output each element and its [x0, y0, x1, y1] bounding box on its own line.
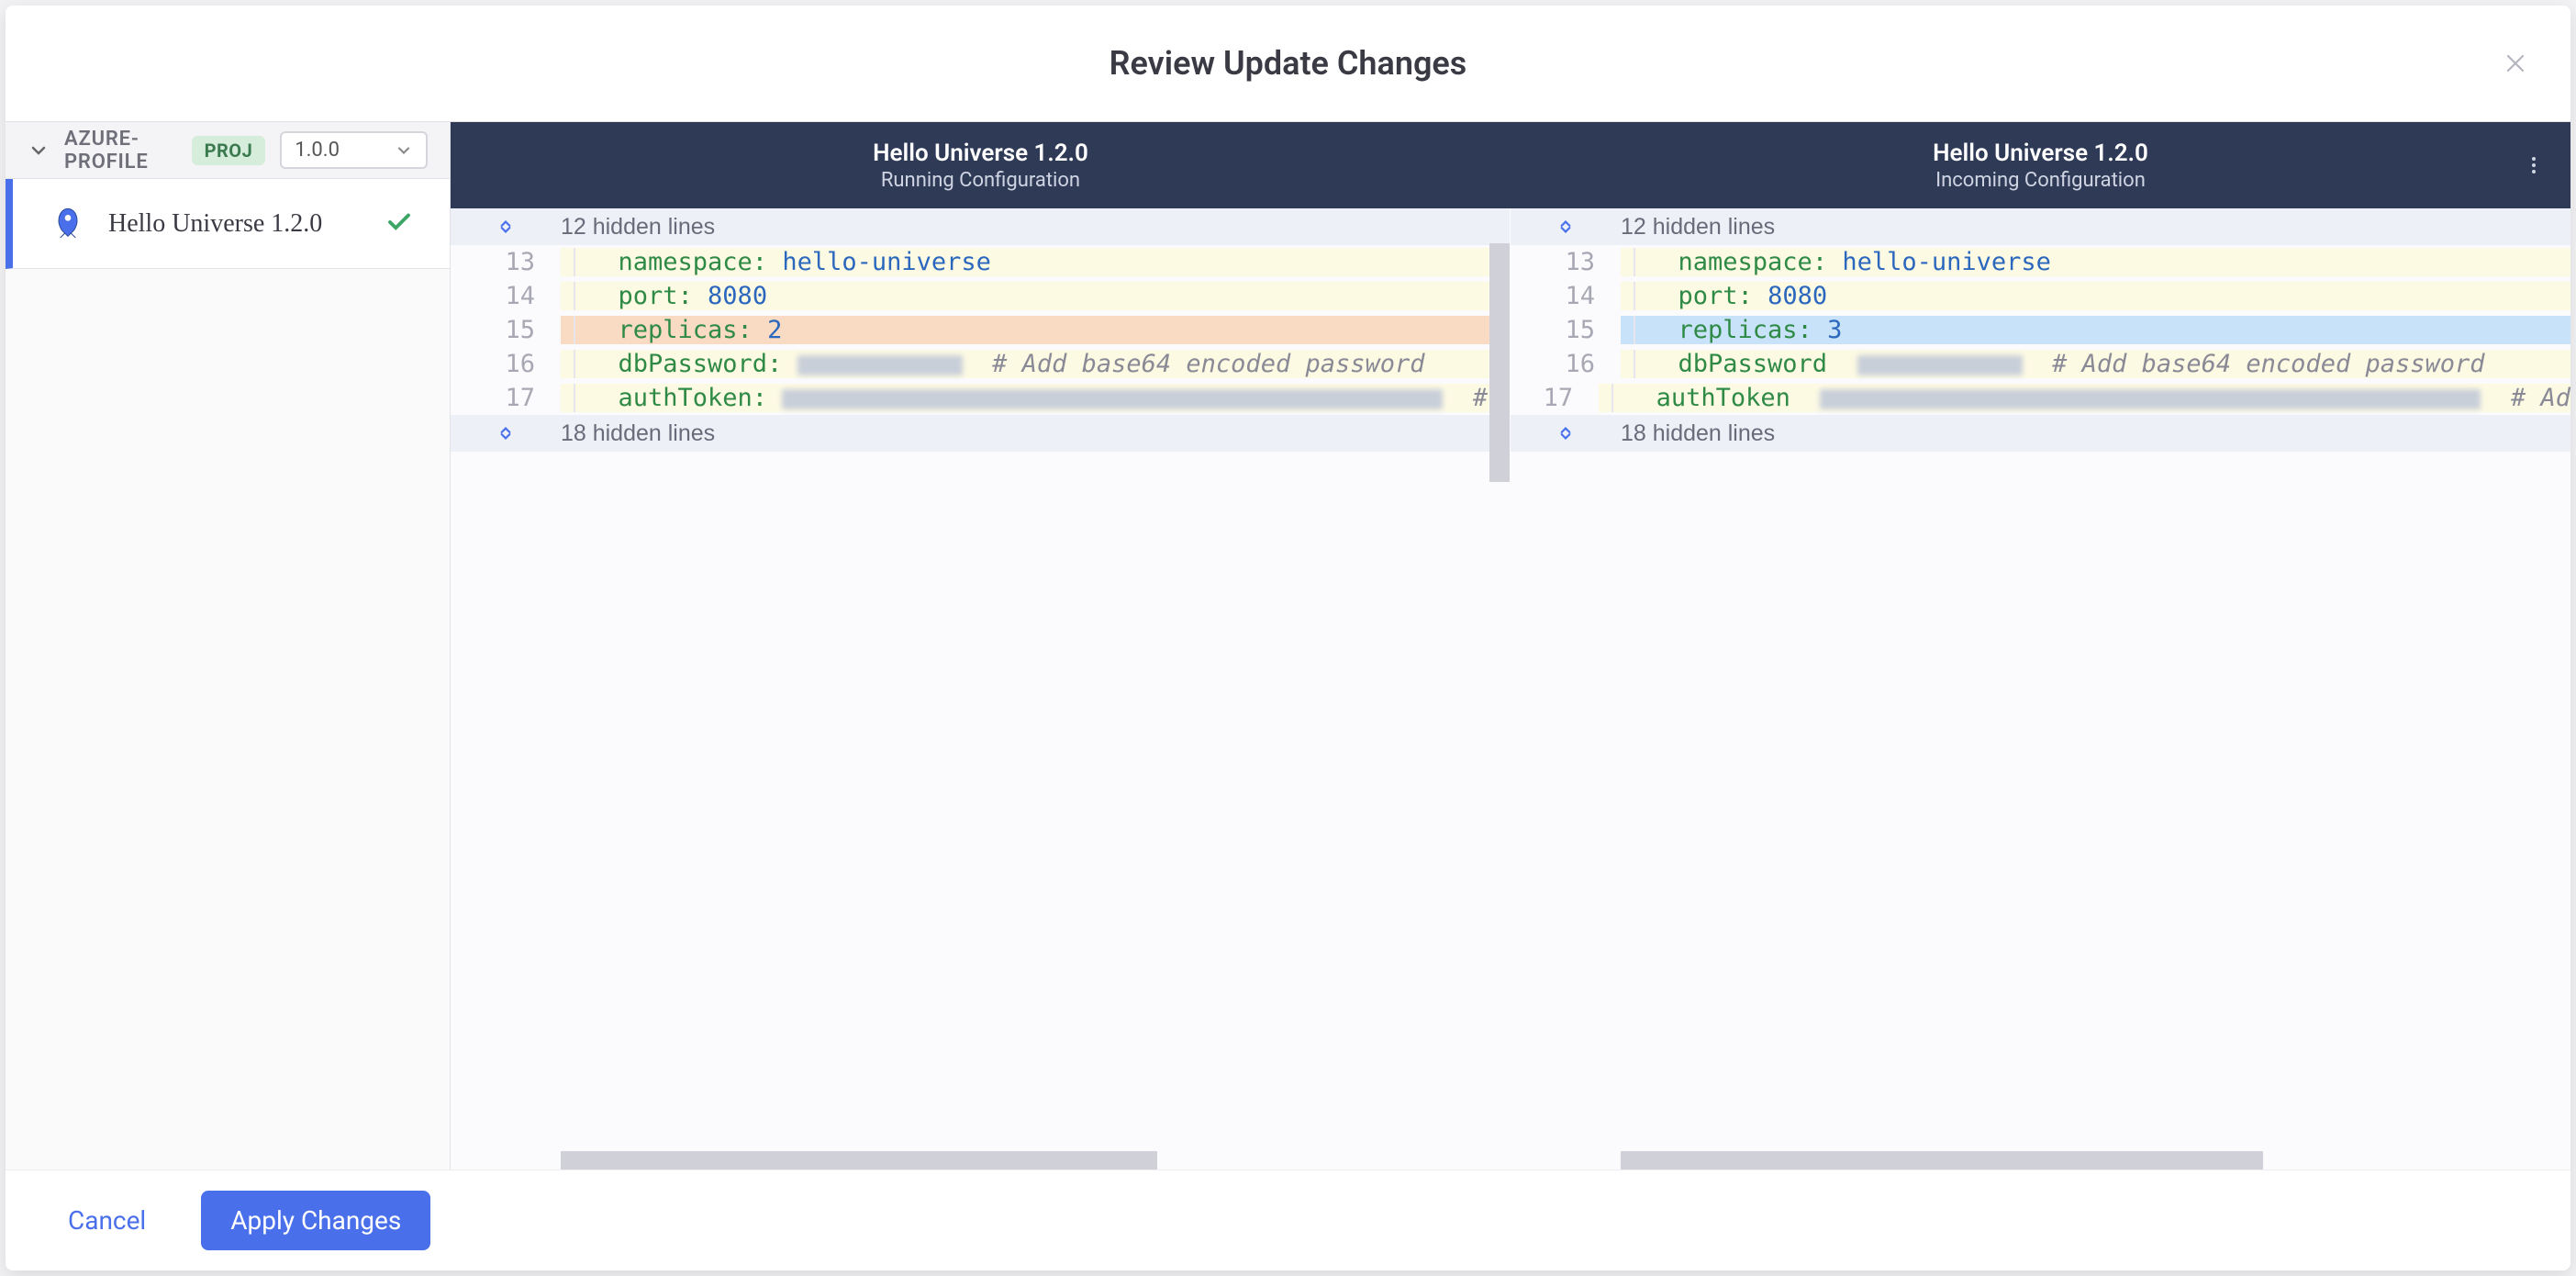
code-content: dbPassword xxxx # Add base64 encoded pas…: [1621, 350, 2570, 378]
version-selected: 1.0.0: [295, 139, 340, 162]
scrollbar-vertical[interactable]: [2550, 208, 2570, 1170]
fold-label: 18 hidden lines: [1621, 420, 1775, 447]
fold-label: 12 hidden lines: [561, 214, 715, 241]
code-content: replicas: 2: [561, 316, 1510, 344]
diff-more-button[interactable]: [2515, 147, 2552, 184]
diff-area: Hello Universe 1.2.0 Running Configurati…: [451, 122, 2570, 1170]
fold-row-top[interactable]: 12 hidden lines: [1511, 208, 2570, 245]
modal-footer: Cancel Apply Changes: [6, 1170, 2570, 1270]
check-icon: [385, 208, 413, 240]
code-line: 15 replicas: 2: [451, 313, 1510, 347]
sidebar-item-label: Hello Universe 1.2.0: [108, 209, 363, 239]
code-content: authToken xxxx # Ad: [1599, 384, 2570, 412]
code-content: port: 8080: [1621, 282, 2570, 310]
modal-title: Review Update Changes: [1110, 44, 1467, 83]
line-number: 13: [1511, 248, 1621, 276]
code-line: 13 namespace: hello-universe: [1511, 245, 2570, 279]
review-changes-modal: Review Update Changes AZURE-PROFILE PROJ…: [6, 6, 2570, 1270]
fold-label: 12 hidden lines: [1621, 214, 1775, 241]
line-number: 16: [451, 350, 561, 378]
line-number: 15: [1511, 316, 1621, 344]
scrollbar-vertical[interactable]: [1489, 208, 1510, 1170]
collapse-toggle[interactable]: [28, 140, 50, 162]
fold-row-top[interactable]: 12 hidden lines: [451, 208, 1510, 245]
scrollbar-horizontal[interactable]: [1621, 1151, 2548, 1170]
diff-left-subtitle: Running Configuration: [881, 169, 1080, 192]
chevron-down-icon: [395, 141, 413, 160]
line-number: 14: [1511, 282, 1621, 310]
sidebar: AZURE-PROFILE PROJ 1.0.0 Hello Universe …: [6, 122, 451, 1170]
project-badge: PROJ: [192, 136, 266, 165]
diff-right-title: Hello Universe 1.2.0: [1933, 140, 2148, 167]
code-line: 17 authToken: xxxx #: [451, 381, 1510, 415]
unfold-icon: [1511, 421, 1621, 445]
code-content: dbPassword: xxxx # Add base64 encoded pa…: [561, 350, 1510, 378]
line-number: 16: [1511, 350, 1621, 378]
code-line: 14 port: 8080: [1511, 279, 2570, 313]
diff-header-running: Hello Universe 1.2.0 Running Configurati…: [451, 122, 1511, 208]
modal-body: AZURE-PROFILE PROJ 1.0.0 Hello Universe …: [6, 121, 2570, 1170]
fold-row-bottom[interactable]: 18 hidden lines: [1511, 415, 2570, 452]
close-button[interactable]: [2497, 45, 2534, 82]
diff-pane-running[interactable]: 12 hidden lines13 namespace: hello-unive…: [451, 208, 1511, 1170]
profile-name: AZURE-PROFILE: [64, 128, 177, 173]
code-content: namespace: hello-universe: [561, 248, 1510, 276]
diff-panes: 12 hidden lines13 namespace: hello-unive…: [451, 208, 2570, 1170]
diff-headers: Hello Universe 1.2.0 Running Configurati…: [451, 122, 2570, 208]
line-number: 15: [451, 316, 561, 344]
scrollbar-horizontal[interactable]: [561, 1151, 1487, 1170]
code-line: 14 port: 8080: [451, 279, 1510, 313]
rocket-icon: [50, 206, 86, 242]
code-line: 16 dbPassword: xxxx # Add base64 encoded…: [451, 347, 1510, 381]
diff-right-subtitle: Incoming Configuration: [1935, 169, 2146, 192]
version-dropdown[interactable]: 1.0.0: [280, 131, 428, 169]
code-content: authToken: xxxx #: [561, 384, 1510, 412]
fold-label: 18 hidden lines: [561, 420, 715, 447]
sidebar-header: AZURE-PROFILE PROJ 1.0.0: [6, 122, 450, 179]
line-number: 13: [451, 248, 561, 276]
apply-changes-button[interactable]: Apply Changes: [201, 1191, 430, 1250]
close-icon: [2504, 51, 2527, 75]
diff-header-incoming: Hello Universe 1.2.0 Incoming Configurat…: [1511, 122, 2570, 208]
code-content: namespace: hello-universe: [1621, 248, 2570, 276]
code-content: port: 8080: [561, 282, 1510, 310]
line-number: 17: [451, 384, 561, 412]
more-vertical-icon: [2523, 154, 2545, 176]
code-line: 15 replicas: 3: [1511, 313, 2570, 347]
code-line: 13 namespace: hello-universe: [451, 245, 1510, 279]
line-number: 17: [1511, 384, 1599, 412]
fold-row-bottom[interactable]: 18 hidden lines: [451, 415, 1510, 452]
unfold-icon: [1511, 215, 1621, 239]
code-view-right: 12 hidden lines13 namespace: hello-unive…: [1511, 208, 2570, 452]
code-view-left: 12 hidden lines13 namespace: hello-unive…: [451, 208, 1510, 452]
code-line: 17 authToken xxxx # Ad: [1511, 381, 2570, 415]
modal-header: Review Update Changes: [6, 6, 2570, 121]
chevron-down-icon: [28, 140, 50, 162]
unfold-icon: [451, 421, 561, 445]
code-content: replicas: 3: [1621, 316, 2570, 344]
diff-pane-incoming[interactable]: 12 hidden lines13 namespace: hello-unive…: [1511, 208, 2570, 1170]
sidebar-item-hello-universe[interactable]: Hello Universe 1.2.0: [6, 179, 450, 269]
code-line: 16 dbPassword xxxx # Add base64 encoded …: [1511, 347, 2570, 381]
cancel-button[interactable]: Cancel: [39, 1191, 175, 1250]
diff-left-title: Hello Universe 1.2.0: [873, 140, 1088, 167]
line-number: 14: [451, 282, 561, 310]
unfold-icon: [451, 215, 561, 239]
